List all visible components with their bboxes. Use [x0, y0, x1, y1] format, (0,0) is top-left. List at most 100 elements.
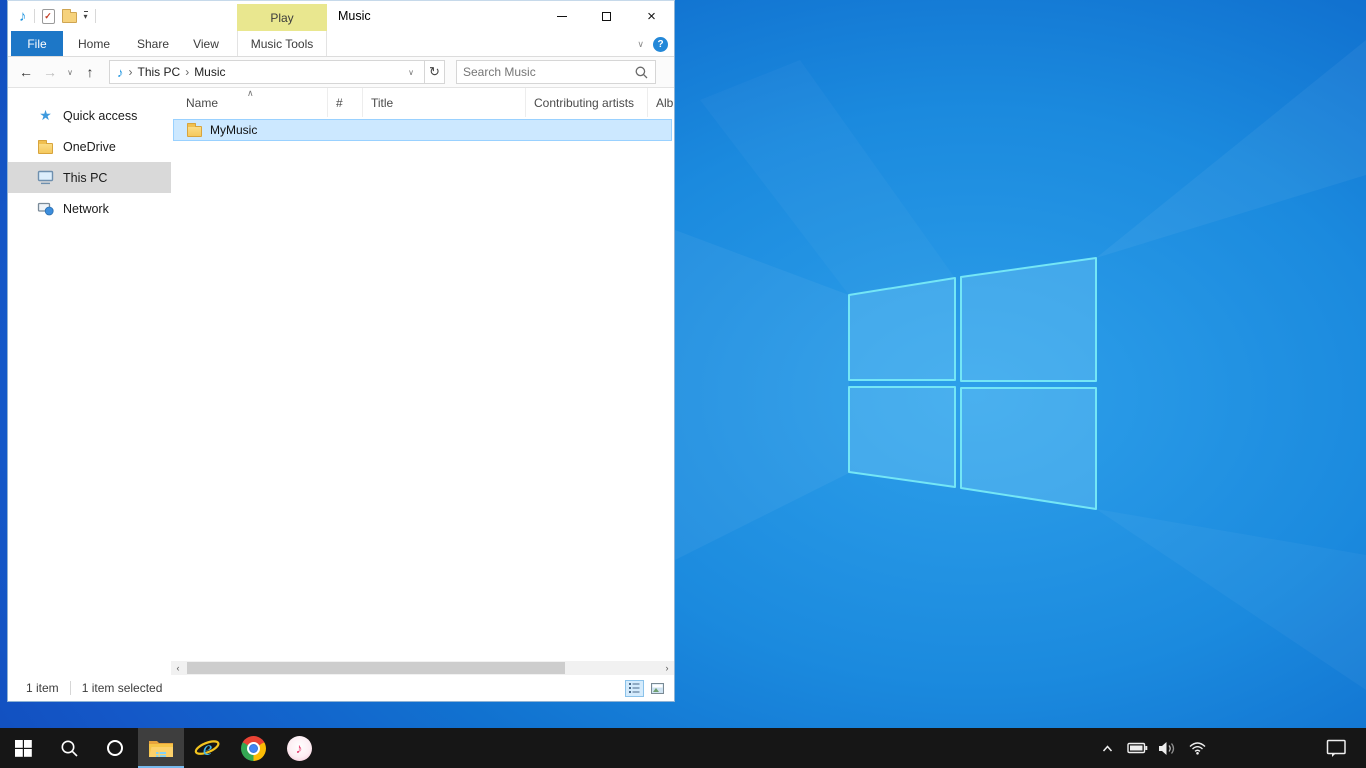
itunes-icon: ♪ — [287, 736, 312, 761]
navigation-toolbar: ← → ∨ ↑ ♪ › This PC › Music ∨ ↻ — [8, 57, 674, 88]
sidebar-item-label: OneDrive — [63, 140, 116, 154]
sidebar-item-quick-access[interactable]: ★ Quick access — [8, 100, 171, 131]
up-button[interactable]: ↑ — [78, 64, 102, 80]
cortana-circle-icon — [106, 739, 124, 757]
forward-button[interactable]: → — [38, 64, 62, 80]
breadcrumb-chevron-icon[interactable]: › — [185, 65, 189, 79]
music-note-location-icon: ♪ — [117, 65, 124, 80]
caption-buttons: × — [539, 1, 674, 31]
sidebar-item-this-pc[interactable]: This PC — [8, 162, 171, 193]
taskbar-file-explorer-button[interactable] — [138, 728, 184, 768]
quick-access-star-icon: ★ — [37, 108, 54, 124]
thumbnail-view-icon — [651, 683, 664, 694]
file-explorer-window: ♪ ✓ ▾ Play Music × File Home Share View … — [7, 0, 675, 702]
list-empty-space — [171, 141, 674, 661]
customize-qat-chevron-icon[interactable]: ▾ — [84, 11, 88, 21]
search-icon — [635, 66, 648, 79]
start-button[interactable] — [0, 728, 46, 768]
column-header-album[interactable]: Alb — [648, 88, 674, 117]
windows-start-icon — [15, 740, 32, 757]
address-dropdown-chevron-icon[interactable]: ∨ — [402, 68, 420, 77]
music-note-app-icon: ♪ — [19, 9, 27, 24]
itunes-button[interactable]: ♪ — [276, 728, 322, 768]
internet-explorer-icon: e — [194, 735, 221, 762]
minimize-icon — [557, 16, 567, 17]
help-button[interactable]: ? — [653, 37, 668, 52]
close-icon: × — [647, 9, 656, 24]
sidebar-item-label: This PC — [63, 171, 107, 185]
search-icon — [60, 739, 79, 758]
window-title: Music — [338, 9, 371, 23]
sidebar-item-network[interactable]: Network — [8, 193, 171, 224]
action-center-button[interactable] — [1316, 728, 1356, 768]
back-button[interactable]: ← — [14, 64, 38, 80]
refresh-button[interactable]: ↻ — [425, 60, 445, 84]
volume-icon[interactable] — [1156, 741, 1178, 756]
properties-icon[interactable]: ✓ — [42, 9, 55, 24]
wifi-icon[interactable] — [1186, 741, 1208, 755]
breadcrumb-chevron-icon[interactable]: › — [129, 65, 133, 79]
search-input[interactable] — [457, 65, 635, 79]
tab-view[interactable]: View — [181, 31, 231, 56]
sidebar-item-onedrive[interactable]: OneDrive — [8, 131, 171, 162]
sidebar-item-label: Quick access — [63, 109, 137, 123]
onedrive-folder-icon — [37, 139, 54, 155]
file-explorer-icon — [148, 738, 174, 759]
view-toggle-buttons — [625, 680, 667, 697]
close-button[interactable]: × — [629, 1, 674, 31]
maximize-icon — [602, 12, 611, 21]
logo-pane-bottom-right — [961, 388, 1096, 509]
thumbnail-view-button[interactable] — [648, 680, 667, 697]
file-list-area: ∧ Name # Title Contributing artists Alb … — [171, 88, 674, 675]
screen: ♪ ✓ ▾ Play Music × File Home Share View … — [0, 0, 1366, 768]
logo-pane-bottom-left — [849, 387, 955, 487]
breadcrumb-music[interactable]: Music — [194, 65, 225, 79]
battery-icon[interactable] — [1126, 742, 1148, 754]
network-globe-icon — [37, 201, 54, 217]
folder-icon — [187, 126, 202, 137]
system-tray — [1096, 728, 1208, 768]
main-area: ★ Quick access OneDrive This PC — [8, 88, 674, 675]
scroll-right-arrow-icon[interactable]: › — [660, 661, 674, 675]
tab-share[interactable]: Share — [125, 31, 181, 56]
search-box — [456, 60, 656, 84]
taskbar: e ♪ — [0, 728, 1366, 768]
ribbon-controls: ∨ ? — [637, 31, 668, 57]
scrollbar-thumb[interactable] — [187, 662, 565, 674]
sort-ascending-icon: ∧ — [247, 88, 254, 99]
cortana-button[interactable] — [92, 728, 138, 768]
logo-pane-top-left — [849, 278, 955, 380]
separator — [95, 9, 96, 23]
collapse-ribbon-chevron-icon[interactable]: ∨ — [637, 39, 644, 50]
navigation-pane: ★ Quick access OneDrive This PC — [8, 88, 171, 675]
address-bar[interactable]: ♪ › This PC › Music ∨ — [109, 60, 425, 84]
internet-explorer-button[interactable]: e — [184, 728, 230, 768]
column-header-title[interactable]: Title — [363, 88, 526, 117]
hidden-icons-chevron-icon[interactable] — [1096, 743, 1118, 754]
new-folder-icon[interactable] — [62, 12, 77, 23]
this-pc-monitor-icon — [37, 170, 54, 186]
chrome-button[interactable] — [230, 728, 276, 768]
tab-home[interactable]: Home — [63, 31, 125, 56]
selection-count: 1 item selected — [82, 681, 163, 695]
titlebar: ♪ ✓ ▾ Play Music × — [8, 1, 674, 31]
sidebar-item-label: Network — [63, 202, 109, 216]
file-row-mymusic[interactable]: MyMusic — [173, 119, 672, 141]
column-header-contributing-artists[interactable]: Contributing artists — [526, 88, 648, 117]
scroll-left-arrow-icon[interactable]: ‹ — [171, 661, 185, 675]
horizontal-scrollbar[interactable]: ‹ › — [171, 661, 674, 675]
minimize-button[interactable] — [539, 1, 584, 31]
breadcrumb-this-pc[interactable]: This PC — [138, 65, 181, 79]
quick-access-toolbar: ♪ ✓ ▾ — [19, 9, 96, 24]
maximize-button[interactable] — [584, 1, 629, 31]
file-name: MyMusic — [210, 123, 257, 137]
taskbar-search-button[interactable] — [46, 728, 92, 768]
tab-music-tools[interactable]: Music Tools — [237, 31, 327, 56]
column-header-number[interactable]: # — [328, 88, 363, 117]
action-center-icon — [1326, 739, 1347, 758]
tab-file[interactable]: File — [11, 31, 63, 56]
contextual-tab-badge-play[interactable]: Play — [237, 4, 327, 31]
recent-locations-chevron-icon[interactable]: ∨ — [62, 68, 78, 77]
item-count: 1 item — [26, 681, 59, 695]
details-view-button[interactable] — [625, 680, 644, 697]
